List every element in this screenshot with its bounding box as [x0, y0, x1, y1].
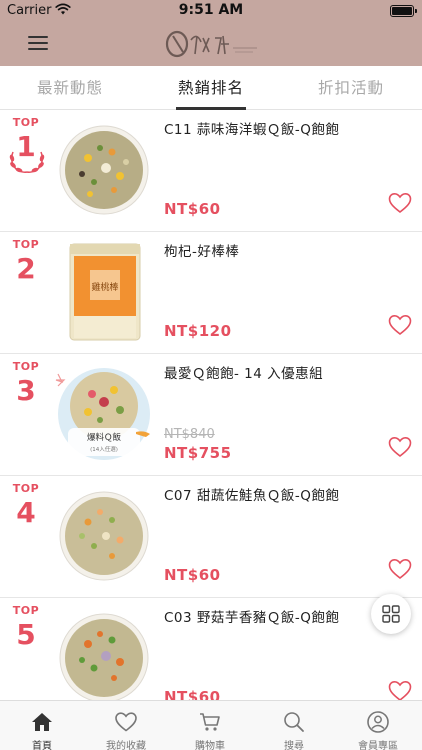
- grid-icon: [382, 605, 400, 623]
- rank-prefix: TOP: [12, 116, 40, 129]
- favorite-heart-icon[interactable]: [388, 314, 412, 336]
- favorite-heart-icon[interactable]: [388, 436, 412, 458]
- nav-member-label: 會員專區: [358, 741, 398, 750]
- brand-logo: [165, 30, 257, 58]
- product-row[interactable]: TOP 1 C11 蒜味海洋蝦Ｑ飯-Q飽飽 NT$60: [0, 110, 422, 232]
- product-name: 枸杞-好棒棒: [164, 244, 240, 260]
- product-name: C11 蒜味海洋蝦Ｑ飯-Q飽飽: [164, 122, 340, 138]
- battery-icon: [390, 5, 417, 17]
- product-price: NT$60: [164, 200, 221, 218]
- product-image: 雞桃棒: [69, 243, 141, 341]
- product-price: NT$60: [164, 688, 221, 700]
- rank-number: 2: [16, 252, 36, 285]
- category-tabs: 最新動態 熱銷排名 折扣活動: [0, 66, 422, 110]
- rank-prefix: TOP: [12, 482, 40, 495]
- product-ranking-list: TOP 1 C11 蒜味海洋蝦Ｑ飯-Q飽飽 NT$60 TOP 2 雞桃棒 枸杞…: [0, 110, 422, 700]
- hamburger-icon: [28, 36, 48, 38]
- rank-badge: TOP 3: [4, 360, 48, 408]
- rank-number: 3: [16, 374, 36, 407]
- product-price: NT$120: [164, 322, 232, 340]
- rank-prefix: TOP: [12, 604, 40, 617]
- tab-discounts[interactable]: 折扣活動: [281, 76, 421, 98]
- search-icon: [284, 712, 304, 732]
- rank-badge: TOP 5: [4, 604, 48, 652]
- favorite-heart-icon[interactable]: [388, 680, 412, 700]
- product-name: C07 甜蔬佐鮭魚Ｑ飯-Q飽飽: [164, 488, 340, 504]
- package-label: 雞桃棒: [91, 281, 118, 293]
- nav-favorites[interactable]: 我的收藏: [84, 701, 168, 750]
- nav-search-label: 搜尋: [284, 741, 304, 750]
- favorite-heart-icon[interactable]: [388, 558, 412, 580]
- app-header: Carrier 9:51 AM: [0, 0, 422, 66]
- nav-home[interactable]: 首頁: [0, 701, 84, 750]
- nav-member[interactable]: 會員專區: [336, 701, 420, 750]
- product-image: [59, 613, 149, 700]
- grid-view-button[interactable]: [371, 594, 411, 634]
- rank-number: 4: [16, 496, 36, 529]
- product-name: C03 野菇芋香豬Ｑ飯-Q飽飽: [164, 610, 340, 626]
- product-row[interactable]: TOP 2 雞桃棒 枸杞-好棒棒 NT$120: [0, 232, 422, 354]
- status-bar: Carrier 9:51 AM: [0, 0, 422, 22]
- product-price: NT$755: [164, 444, 232, 462]
- favorite-heart-icon[interactable]: [388, 192, 412, 214]
- cart-icon: [200, 713, 220, 731]
- product-image: [59, 125, 149, 215]
- laurel-icon: [9, 151, 45, 173]
- nav-favorites-label: 我的收藏: [106, 741, 146, 750]
- bottom-tab-bar: 首頁 我的收藏 購物車 搜尋 會員專區: [0, 700, 422, 750]
- product-name: 最愛Ｑ飽飽- 14 入優惠組: [164, 366, 324, 382]
- menu-button[interactable]: [28, 34, 50, 52]
- product-row[interactable]: TOP 5 C03 野菇芋香豬Ｑ飯-Q飽飽 NT$60: [0, 598, 422, 700]
- product-image: 爆料Ｑ飯 (14入任選): [55, 368, 150, 460]
- rank-prefix: TOP: [12, 360, 40, 373]
- tab-best-sellers[interactable]: 熱銷排名: [141, 76, 281, 98]
- rank-badge: TOP 2: [4, 238, 48, 286]
- product-row[interactable]: TOP 4 C07 甜蔬佐鮭魚Ｑ飯-Q飽飽 NT$60: [0, 476, 422, 598]
- product-row[interactable]: TOP 3 爆料Ｑ飯 (14入任選) 最愛Ｑ飽飽- 14 入優惠組 NT$840…: [0, 354, 422, 476]
- status-time: 9:51 AM: [178, 2, 244, 18]
- thumb-subcaption: (14入任選): [90, 445, 118, 453]
- rank-badge: TOP 4: [4, 482, 48, 530]
- rank-number: 5: [16, 618, 36, 651]
- nav-cart[interactable]: 購物車: [168, 701, 252, 750]
- product-image: [59, 491, 149, 581]
- original-price: NT$840: [164, 427, 215, 442]
- heart-icon: [115, 712, 137, 732]
- nav-search[interactable]: 搜尋: [252, 701, 336, 750]
- nav-home-label: 首頁: [32, 741, 52, 750]
- thumb-caption: 爆料Ｑ飯: [87, 432, 122, 443]
- user-icon: [367, 711, 389, 733]
- home-icon: [32, 713, 52, 731]
- nav-cart-label: 購物車: [195, 741, 225, 750]
- product-price: NT$60: [164, 566, 221, 584]
- rank-prefix: TOP: [12, 238, 40, 251]
- tab-latest-news[interactable]: 最新動態: [0, 76, 140, 98]
